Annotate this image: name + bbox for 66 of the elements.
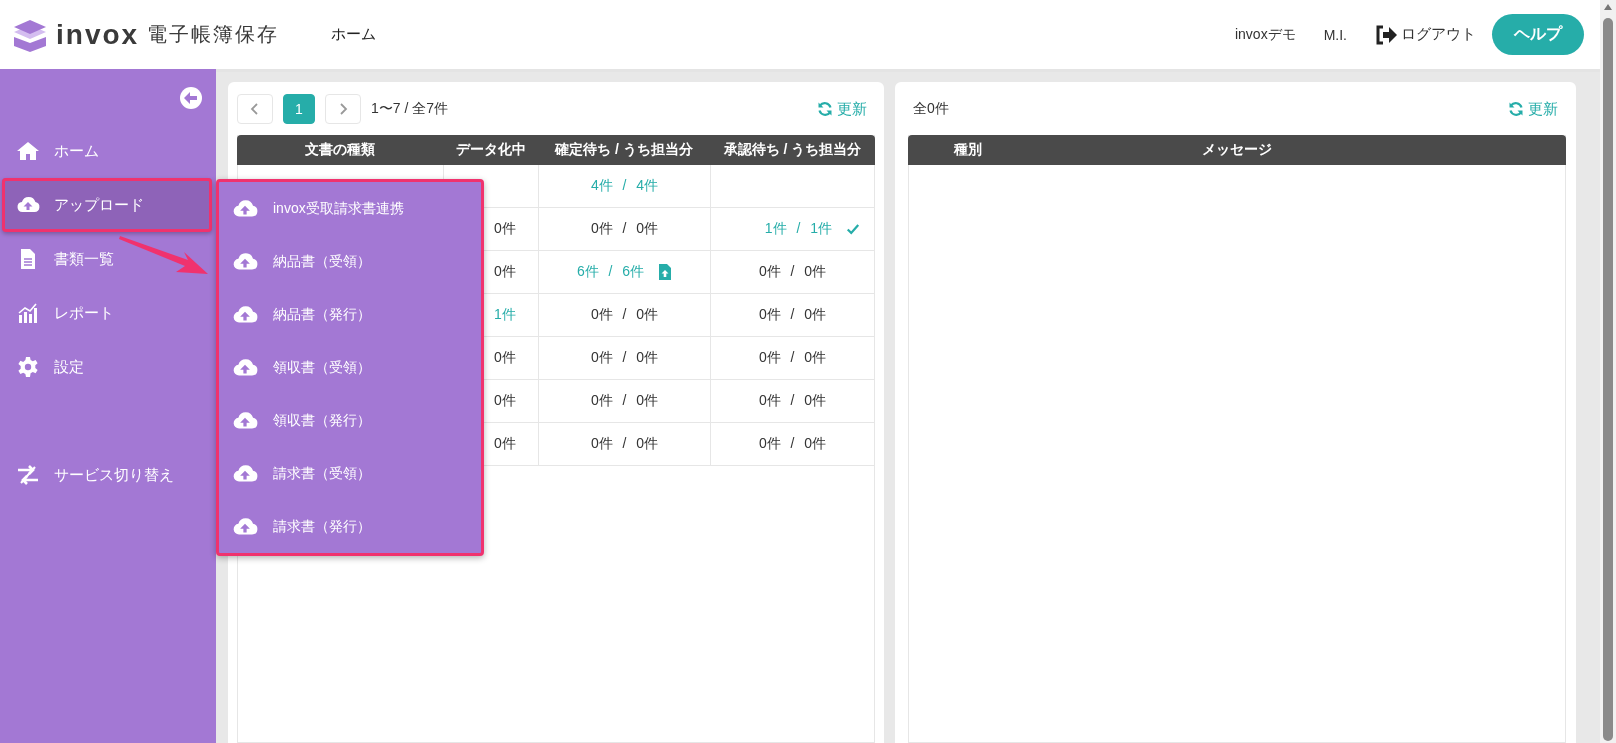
bar-chart-icon [16,301,40,325]
count-text: 0件 / 0件 [590,435,659,453]
product-name: 電子帳簿保存 [147,22,280,47]
check-icon [846,221,860,237]
menu-item[interactable]: 納品書（受領） [219,235,481,288]
refresh-button[interactable]: 更新 [817,99,875,119]
count-link[interactable]: 1件 [494,306,516,324]
refresh-icon [817,101,833,117]
page-button[interactable]: 1 [283,94,315,124]
refresh-button[interactable]: 更新 [1508,99,1566,119]
page-range: 1〜7 / 全7件 [371,100,449,118]
sidebar-item[interactable]: アップロード [2,178,212,232]
sidebar-item[interactable]: 設定 [2,340,212,394]
menu-item[interactable]: invox受取請求書連携 [219,182,481,235]
count-text: 0件 / 0件 [758,392,827,410]
sidebar-item[interactable]: 書類一覧 [2,232,212,286]
count-text: 0件 [494,220,516,238]
file-upload-icon[interactable] [658,264,673,280]
column-header: 承認待ち / うち担当分 [723,141,862,159]
logout-icon [1375,24,1397,45]
count-text: 0件 [494,263,516,281]
count-text: 0件 / 0件 [590,306,659,324]
chevron-left-icon [249,102,261,116]
home-icon [16,139,40,163]
count-text: 0件 / 0件 [758,306,827,324]
column-header: 文書の種類 [305,141,375,159]
count-text: 0件 / 0件 [758,349,827,367]
sidebar-item[interactable]: ホーム [2,124,212,178]
chevron-right-icon [337,102,349,116]
count-link[interactable]: 6件 / 6件 [576,263,645,281]
user-name: M.I. [1323,26,1347,43]
column-header: データ化中 [455,141,526,159]
company-name: invoxデモ [1234,25,1296,44]
count-text: 0件 / 0件 [590,220,659,238]
menu-item[interactable]: 領収書（受領） [219,341,481,394]
menu-item[interactable]: 納品書（発行） [219,288,481,341]
menu-item[interactable]: 請求書（受領） [219,447,481,500]
count-text: 0件 [494,435,516,453]
menu-item[interactable]: 請求書（発行） [219,500,481,553]
menu-item[interactable]: 領収書（発行） [219,394,481,447]
collapse-icon[interactable] [180,87,202,109]
refresh-icon [1508,101,1524,117]
swap-arrows-icon [16,463,40,487]
count-text: 0件 / 0件 [758,263,827,281]
brand-name: invox [56,18,140,51]
count-text: 0件 / 0件 [590,349,659,367]
column-header: メッセージ [1202,141,1272,159]
notification-count: 全0件 [912,100,949,118]
count-link[interactable]: 4件 / 4件 [590,177,659,195]
sidebar-item[interactable]: レポート [2,286,212,340]
logo-icon [12,17,48,52]
sidebar-item[interactable]: サービス切り替え [2,448,212,502]
column-header: 種別 [954,141,982,159]
logout-link[interactable]: ログアウト [1375,24,1476,45]
count-text: 0件 [494,349,516,367]
count-text: 0件 / 0件 [758,435,827,453]
count-text: 0件 [494,392,516,410]
nav-link[interactable]: ホーム [331,25,377,44]
count-text: 0件 / 0件 [590,392,659,410]
previous-page-button[interactable] [237,94,273,124]
next-page-button[interactable] [325,94,361,124]
count-link[interactable]: 1件 / 1件 [764,220,832,238]
settings-icon [16,355,40,379]
column-header: 確定待ち / うち担当分 [555,141,693,159]
help-button[interactable]: ヘルプ [1492,14,1584,55]
scrollbar[interactable] [1600,0,1616,743]
